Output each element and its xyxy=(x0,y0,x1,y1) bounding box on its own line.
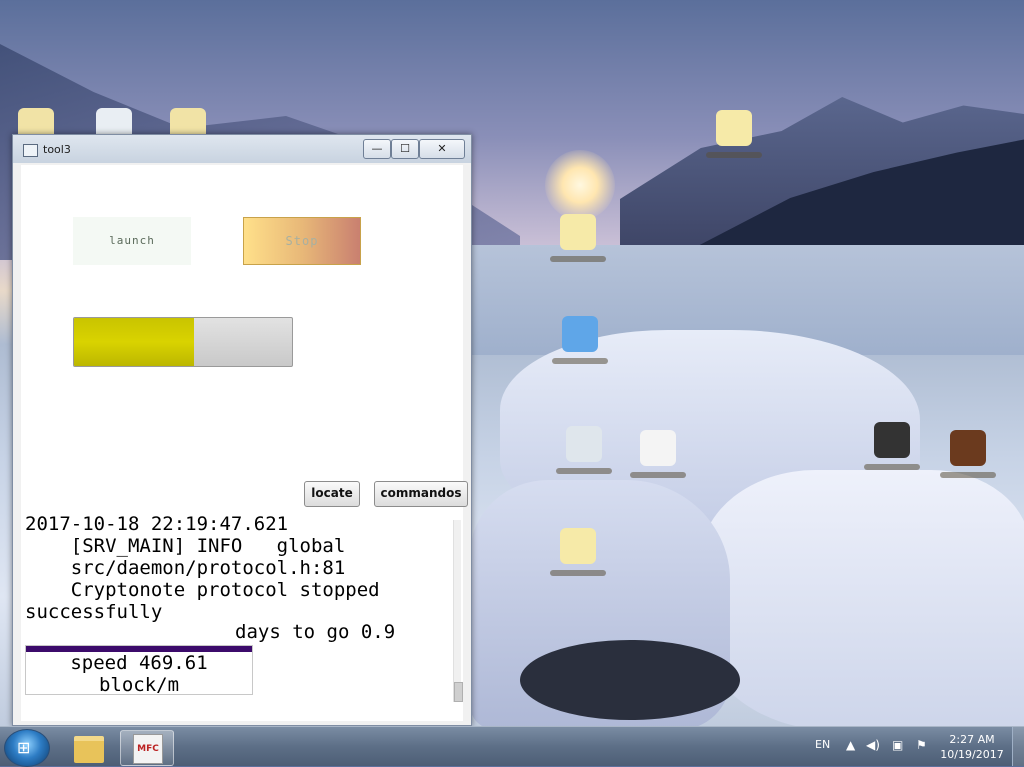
language-indicator[interactable]: EN xyxy=(815,738,830,751)
taskbar: ⊞ MFC EN ▲ ◀) ▣ ⚑ 2:27 AM 10/19/2017 xyxy=(0,726,1024,767)
iceberg xyxy=(700,470,1024,730)
desktop-file-icon[interactable] xyxy=(550,528,606,576)
progress-fill xyxy=(74,318,194,366)
desktop-app-icon[interactable] xyxy=(556,426,612,474)
minimize-button[interactable]: — xyxy=(363,139,391,159)
commandos-button[interactable]: commandos xyxy=(374,481,468,507)
scrollbar-thumb[interactable] xyxy=(454,682,463,702)
maximize-button[interactable]: ☐ xyxy=(391,139,419,159)
days-to-go-label: days to go 0.9 xyxy=(235,621,396,643)
windows-logo-icon: ⊞ xyxy=(17,738,31,757)
network-warning-icon[interactable]: ▣ xyxy=(892,738,903,752)
speed-unit: block/m xyxy=(98,674,180,696)
speed-box: speed 469.61 block/m xyxy=(25,645,253,696)
desktop-app-icon[interactable] xyxy=(864,422,920,470)
progress-bar xyxy=(73,317,293,367)
show-hidden-icons-icon[interactable]: ▲ xyxy=(846,738,855,752)
desktop-app-icon[interactable] xyxy=(630,430,686,478)
window-icon xyxy=(23,144,38,157)
rock xyxy=(520,640,740,720)
speed-value: speed 469.61 xyxy=(70,652,208,674)
desktop-file-icon[interactable] xyxy=(550,214,606,262)
close-button[interactable]: ✕ xyxy=(419,139,465,159)
clock-time: 2:27 AM xyxy=(949,733,995,746)
mfc-app-icon: MFC xyxy=(133,734,163,764)
launch-button[interactable]: launch xyxy=(73,217,191,265)
desktop-file-icon[interactable] xyxy=(706,110,762,158)
log-scrollbar[interactable] xyxy=(453,520,463,702)
app-window: tool3 — ☐ ✕ launch Stop locate commandos… xyxy=(12,134,472,726)
title-bar[interactable]: tool3 — ☐ ✕ xyxy=(13,135,471,163)
show-desktop-button[interactable] xyxy=(1012,727,1024,766)
sun xyxy=(545,150,615,220)
taskbar-app-tool3[interactable]: MFC xyxy=(120,730,174,766)
folder-icon xyxy=(74,736,104,763)
start-button[interactable]: ⊞ xyxy=(4,729,50,767)
action-center-icon[interactable]: ⚑ xyxy=(916,738,927,752)
taskbar-explorer[interactable] xyxy=(64,730,116,764)
window-title: tool3 xyxy=(43,143,71,156)
desktop-app-icon[interactable] xyxy=(940,430,996,478)
locate-button[interactable]: locate xyxy=(304,481,360,507)
desktop-app-icon[interactable] xyxy=(552,316,608,364)
window-client-area: launch Stop locate commandos 2017-10-18 … xyxy=(21,165,468,721)
stop-button[interactable]: Stop xyxy=(243,217,361,265)
clock[interactable]: 2:27 AM 10/19/2017 xyxy=(938,732,1006,762)
volume-icon[interactable]: ◀) xyxy=(866,738,880,752)
clock-date: 10/19/2017 xyxy=(940,748,1004,761)
